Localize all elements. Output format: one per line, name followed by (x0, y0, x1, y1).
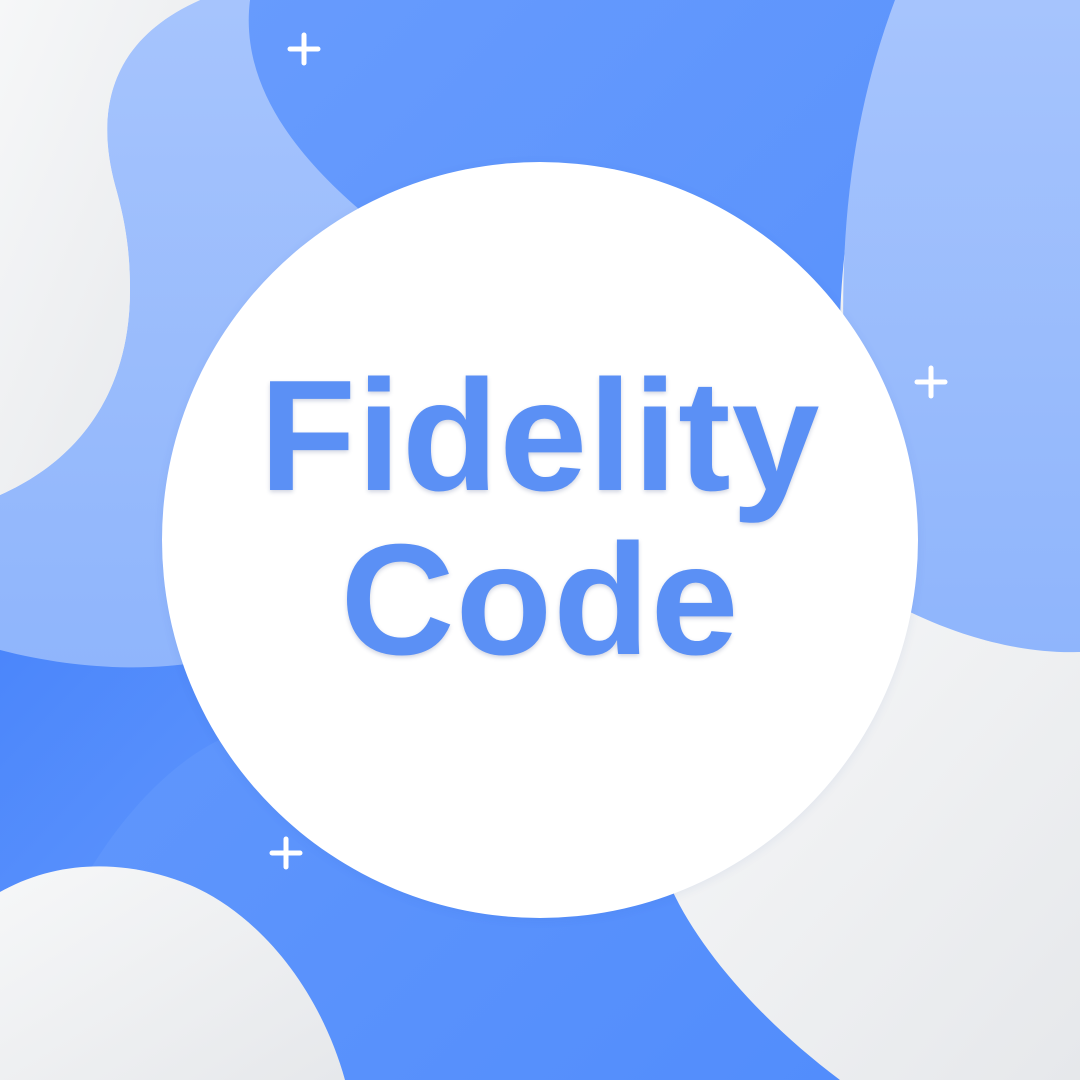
logo-line-2: Code (340, 512, 740, 688)
plus-sparkle-icon (287, 32, 321, 66)
brand-graphic: Fidelity Code (0, 0, 1080, 1080)
logo-line-1: Fidelity (259, 348, 821, 524)
plus-sparkle-icon (914, 365, 948, 399)
logo-wordmark: Fidelity Code (162, 162, 918, 918)
